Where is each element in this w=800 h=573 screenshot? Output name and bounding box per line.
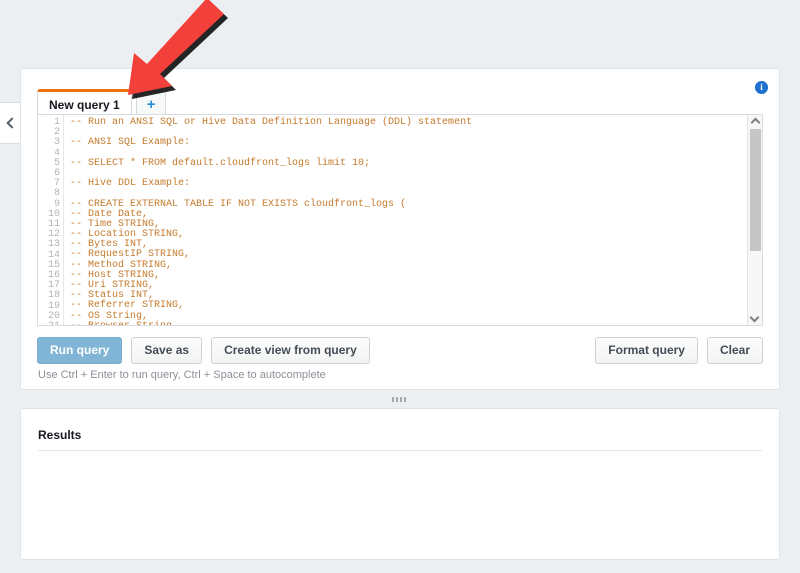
scrollbar-thumb[interactable] xyxy=(750,129,761,251)
line-number: 21 xyxy=(38,322,63,326)
code-line: -- ANSI SQL Example: xyxy=(70,138,762,148)
code-line: -- RequestIP STRING, xyxy=(70,250,762,260)
chevron-left-icon xyxy=(6,117,17,128)
scroll-down-button[interactable] xyxy=(748,312,761,325)
clear-button[interactable]: Clear xyxy=(707,337,763,364)
code-line: -- Host STRING, xyxy=(70,271,762,281)
create-view-from-query-button[interactable]: Create view from query xyxy=(211,337,370,364)
save-as-button[interactable]: Save as xyxy=(131,337,202,364)
results-card: Results xyxy=(20,408,780,560)
editor-action-buttons: Run query Save as Create view from query xyxy=(37,337,370,364)
results-divider xyxy=(38,450,762,451)
chevron-up-icon xyxy=(750,118,760,128)
editor-line-number-gutter: 1 2 3 4 5 6 7 8 9 10 11 12 13 14 15 16 1… xyxy=(38,115,64,325)
panel-splitter[interactable] xyxy=(20,390,780,408)
format-query-button[interactable]: Format query xyxy=(595,337,698,364)
editor-secondary-buttons: Format query Clear xyxy=(595,337,763,364)
code-line: -- Referrer STRING, xyxy=(70,301,762,311)
sql-editor[interactable]: 1 2 3 4 5 6 7 8 9 10 11 12 13 14 15 16 1… xyxy=(37,114,763,326)
code-line: -- Uri STRING, xyxy=(70,281,762,291)
code-line: -- Date Date, xyxy=(70,210,762,220)
code-line: -- Hive DDL Example: xyxy=(70,179,762,189)
drag-handle-icon xyxy=(392,397,408,402)
query-editor-card: i New query 1 + 1 2 3 4 5 6 7 8 9 10 11 … xyxy=(20,68,780,390)
code-line: -- Run an ANSI SQL or Hive Data Definiti… xyxy=(70,118,762,128)
results-title: Results xyxy=(38,428,81,442)
run-query-button[interactable]: Run query xyxy=(37,337,122,364)
code-line: -- CREATE EXTERNAL TABLE IF NOT EXISTS c… xyxy=(70,200,762,210)
editor-code-area[interactable]: -- Run an ANSI SQL or Hive Data Definiti… xyxy=(64,115,762,325)
code-line: -- SELECT * FROM default.cloudfront_logs… xyxy=(70,159,762,169)
keyboard-shortcut-hint: Use Ctrl + Enter to run query, Ctrl + Sp… xyxy=(38,369,326,381)
sidebar-collapse-handle[interactable] xyxy=(0,102,22,144)
code-line xyxy=(70,189,762,199)
chevron-down-icon xyxy=(750,313,760,323)
scroll-up-button[interactable] xyxy=(748,115,762,128)
code-line: -- Method STRING, xyxy=(70,261,762,271)
code-line: -- Browser String, xyxy=(70,322,762,325)
info-icon[interactable]: i xyxy=(755,81,768,94)
code-line: -- Location STRING, xyxy=(70,230,762,240)
editor-vertical-scrollbar[interactable] xyxy=(747,115,762,325)
